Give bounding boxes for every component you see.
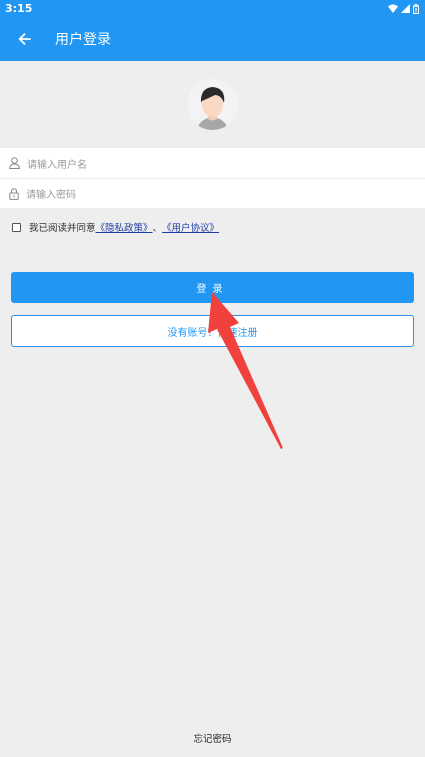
- lock-icon: [9, 187, 19, 200]
- signal-icon: [401, 4, 410, 13]
- status-bar: 3:15: [0, 0, 425, 17]
- status-time: 3:15: [5, 2, 33, 15]
- wifi-icon: [388, 4, 398, 13]
- arrow-left-icon: [18, 33, 31, 45]
- page-title: 用户登录: [55, 32, 111, 48]
- back-button[interactable]: [0, 17, 48, 61]
- password-input[interactable]: 请输入密码: [26, 186, 76, 201]
- app-bar: 用户登录: [0, 17, 425, 61]
- user-icon: [9, 157, 20, 169]
- agreement-text: 我已阅读并同意: [29, 223, 96, 234]
- privacy-policy-link[interactable]: 《隐私政策》: [96, 220, 153, 234]
- battery-icon: [413, 3, 419, 14]
- agreement-checkbox[interactable]: [12, 222, 21, 232]
- login-screen: 3:15 用户登录 请输入用户名 请输入密码 我已阅读并同意 《隐私政策》 、 …: [0, 0, 425, 757]
- avatar: [187, 79, 238, 130]
- status-icons: [388, 3, 419, 14]
- username-field[interactable]: 请输入用户名: [0, 148, 425, 178]
- login-form: 请输入用户名 请输入密码: [0, 148, 425, 208]
- user-agreement-link[interactable]: 《用户协议》: [162, 220, 219, 234]
- password-field[interactable]: 请输入密码: [0, 178, 425, 208]
- agreement-row: 我已阅读并同意 《隐私政策》 、 《用户协议》: [12, 220, 219, 234]
- agreement-separator: 、: [152, 223, 163, 234]
- forgot-password-link[interactable]: 忘记密码: [0, 731, 425, 745]
- username-input[interactable]: 请输入用户名: [27, 156, 87, 171]
- user-avatar-icon: [187, 79, 238, 130]
- register-button[interactable]: 没有账号？快速注册: [11, 315, 414, 347]
- login-button[interactable]: 登录: [11, 272, 414, 303]
